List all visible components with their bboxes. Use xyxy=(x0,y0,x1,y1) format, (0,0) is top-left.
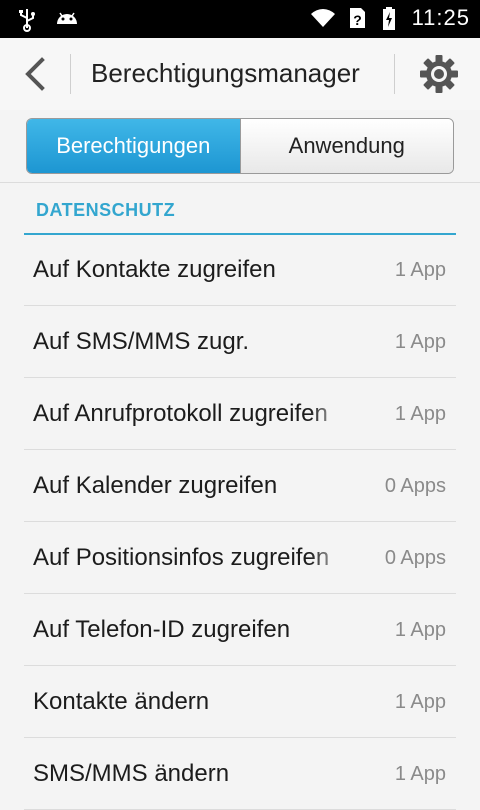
battery-charging-icon xyxy=(382,7,395,30)
list-item-label: Auf Kontakte zugreifen xyxy=(33,256,276,283)
list-item-label: Auf SMS/MMS zugr. xyxy=(33,328,250,355)
wifi-icon xyxy=(310,9,335,28)
list-item[interactable]: SMS/MMS ändern 1 App xyxy=(24,738,456,810)
svg-text:?: ? xyxy=(353,12,362,28)
list-item[interactable]: Auf Kalender zugreifen 0 Apps xyxy=(24,450,456,522)
section-header: DATENSCHUTZ xyxy=(24,183,456,235)
list-item-label: SMS/MMS ändern xyxy=(33,760,230,787)
list-item[interactable]: Kontakte ändern 1 App xyxy=(24,666,456,738)
action-divider xyxy=(394,54,395,94)
status-left xyxy=(14,6,80,32)
usb-icon xyxy=(19,9,35,32)
list-item[interactable]: Auf Kontakte zugreifen 1 App xyxy=(24,234,456,306)
list-item-count: 0 Apps xyxy=(384,475,446,497)
list-item-count: 1 App xyxy=(394,403,446,425)
segmented-control: Berechtigungen Anwendung xyxy=(26,118,454,174)
android-icon xyxy=(57,12,77,24)
permission-list: Auf Kontakte zugreifen 1 App Auf SMS/MMS… xyxy=(24,234,456,810)
list-item-label: Auf Positionsinfos zugreifen xyxy=(33,544,330,571)
tab-bar: Berechtigungen Anwendung xyxy=(0,110,480,183)
gear-icon[interactable] xyxy=(418,53,460,95)
list-item-count: 1 App xyxy=(394,691,446,713)
tab-berechtigungen[interactable]: Berechtigungen xyxy=(27,119,240,173)
list-item-label: Auf Anrufprotokoll zugreifen xyxy=(33,400,328,427)
list-item-count: 1 App xyxy=(394,619,446,641)
page-title: Berechtigungsmanager xyxy=(91,58,360,88)
list-item[interactable]: Auf Telefon-ID zugreifen 1 App xyxy=(24,594,456,666)
list-item-label: Auf Telefon-ID zugreifen xyxy=(33,616,291,643)
list-item[interactable]: Auf Positionsinfos zugreifen 0 Apps xyxy=(24,522,456,594)
list-item-count: 0 Apps xyxy=(384,547,446,569)
sim-unknown-icon: ? xyxy=(349,8,365,28)
action-bar: Berechtigungsmanager xyxy=(0,38,480,111)
list-item-count: 1 App xyxy=(394,331,446,353)
list-item-label: Kontakte ändern xyxy=(33,688,210,715)
list-item-label: Auf Kalender zugreifen xyxy=(33,472,278,499)
back-arrow-icon[interactable] xyxy=(20,56,54,92)
list-item-count: 1 App xyxy=(394,763,446,785)
status-right: ? 11:25 xyxy=(310,5,470,31)
list-item[interactable]: Auf SMS/MMS zugr. 1 App xyxy=(24,306,456,378)
action-divider xyxy=(70,54,71,94)
list-item[interactable]: Auf Anrufprotokoll zugreifen 1 App xyxy=(24,378,456,450)
status-time: 11:25 xyxy=(411,5,470,30)
status-bar: ? 11:25 xyxy=(0,0,480,38)
section-header-label: DATENSCHUTZ xyxy=(36,200,176,220)
tab-anwendung[interactable]: Anwendung xyxy=(239,119,453,173)
list-item-count: 1 App xyxy=(394,259,446,281)
